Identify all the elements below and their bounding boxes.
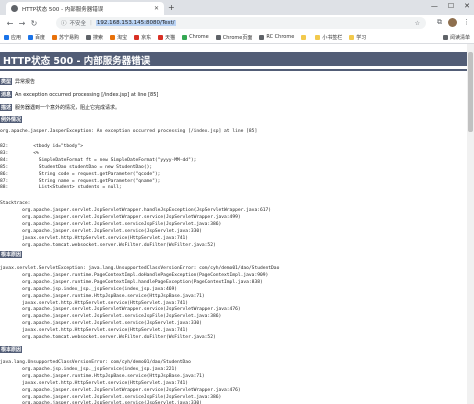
type-value: 异常报告 — [15, 79, 36, 85]
tab-title: HTTP状态 500 - 内部服务器错误 — [22, 6, 104, 13]
jd-icon — [134, 34, 140, 40]
description-value: 服务器遇到一个意外的情况，阻止它完成请求。 — [15, 105, 121, 111]
bookmark-taobao[interactable]: 淘宝 — [110, 34, 127, 41]
description-row: 描述 服务器遇到一个意外的情况，阻止它完成请求。 — [0, 104, 120, 111]
stacktrace-label: Stacktrace: — [0, 201, 31, 206]
bookmark-star-icon[interactable]: ☆ — [415, 20, 420, 27]
root-cause-trace: java.lang.UnsupportedClassVersionError: … — [0, 360, 241, 404]
folder-icon — [301, 34, 307, 40]
bookmark-apps[interactable]: 应用 — [4, 34, 21, 41]
back-icon[interactable]: ← — [4, 19, 16, 28]
toolbar-actions: ⧉ ⋮ — [437, 18, 470, 27]
extensions-icon[interactable]: ⧉ — [437, 18, 442, 27]
page-content: HTTP状态 500 - 内部服务器错误 类型 异常报告 消息 An excep… — [0, 44, 474, 404]
type-row: 类型 异常报告 — [0, 78, 35, 85]
divider — [0, 69, 467, 71]
close-window-icon[interactable]: ✕ — [464, 2, 470, 10]
minimize-icon[interactable]: — — [431, 2, 438, 10]
taobao-icon — [110, 34, 116, 40]
root-cause-heading: 根本原因 — [0, 346, 23, 353]
security-label: 不安全 — [69, 21, 87, 27]
window-controls: — ☐ ✕ — [431, 2, 470, 10]
maximize-icon[interactable]: ☐ — [448, 2, 454, 10]
stacktrace: org.apache.jasper.servlet.JspServletWrap… — [22, 208, 272, 248]
bookmark-chrome[interactable]: Chrome — [182, 34, 209, 40]
type-label: 类型 — [0, 78, 13, 85]
bookmark-study[interactable]: 学习 — [349, 34, 366, 41]
baidu-icon — [28, 34, 34, 40]
new-tab-button[interactable]: + — [168, 3, 175, 12]
message-row: 消息 An exception occurred processing [/in… — [0, 91, 158, 98]
description-label: 描述 — [0, 104, 13, 111]
search-icon — [86, 34, 92, 40]
globe-icon — [11, 5, 18, 12]
chrome-page-icon — [215, 34, 221, 40]
tab-strip: HTTP状态 500 - 内部服务器错误 ✕ + — ☐ ✕ — [0, 0, 474, 15]
apps-icon — [4, 34, 9, 40]
folder-icon — [349, 34, 355, 40]
bookmark-small-bookmarks[interactable]: 小书签栏 — [315, 34, 342, 41]
bookmark-chrome-page[interactable]: Chrome页面 — [215, 34, 252, 41]
bookmark-baidu[interactable]: 百度 — [28, 34, 45, 41]
tmall-icon — [158, 34, 164, 40]
browser-tab[interactable]: HTTP状态 500 - 内部服务器错误 ✕ — [6, 2, 164, 15]
bookmarks-bar: 应用 百度 苏宁易购 搜索 淘宝 京东 天猫 Chrome Chrome页面 R… — [0, 31, 474, 44]
scrollbar[interactable] — [467, 44, 474, 404]
profile-avatar[interactable] — [448, 18, 457, 27]
reading-list-icon — [442, 34, 448, 40]
scrollbar-thumb[interactable] — [468, 52, 473, 132]
reload-icon[interactable]: ↻ — [28, 19, 40, 28]
suning-icon — [52, 34, 58, 40]
menu-icon[interactable]: ⋮ — [463, 18, 470, 27]
rc-chrome-icon — [259, 34, 265, 40]
exception-text: org.apache.jasper.JasperException: An ex… — [0, 129, 258, 134]
folder-icon — [315, 34, 321, 40]
forward-icon[interactable]: → — [16, 19, 28, 28]
message-label: 消息 — [0, 91, 13, 98]
bookmark-suning[interactable]: 苏宁易购 — [52, 34, 79, 41]
bookmark-jd[interactable]: 京东 — [134, 34, 151, 41]
info-icon[interactable]: ⓘ — [61, 19, 67, 27]
bookmark-rc-chrome[interactable]: RC Chrome — [259, 34, 294, 40]
bookmark-folder[interactable] — [301, 34, 308, 40]
reading-list[interactable]: 阅读清单 — [442, 34, 470, 41]
page-title: HTTP状态 500 - 内部服务器错误 — [0, 52, 467, 67]
browser-toolbar: ← → ↻ ⓘ 不安全 | 192.168.153.145:8080/Test/… — [0, 15, 474, 31]
address-bar[interactable]: ⓘ 不安全 | 192.168.153.145:8080/Test/ ☆ — [56, 17, 426, 29]
bookmark-tmall[interactable]: 天猫 — [158, 34, 175, 41]
close-tab-icon[interactable]: ✕ — [154, 5, 159, 12]
root-cause-heading: 根本原因 — [0, 251, 23, 258]
bookmark-search[interactable]: 搜索 — [86, 34, 103, 41]
url-text[interactable]: 192.168.153.145:8080/Test/ — [95, 20, 176, 26]
omnibox-separator: | — [90, 20, 92, 26]
root-cause-trace: javax.servlet.ServletException: java.lan… — [0, 266, 280, 341]
message-value: An exception occurred processing [/index… — [15, 91, 159, 98]
exception-heading: 例外情况 — [0, 116, 23, 123]
source-code: 82: <tbody id="tbody"> 83: <% 84: Simple… — [0, 144, 197, 191]
chrome-icon — [182, 34, 188, 40]
